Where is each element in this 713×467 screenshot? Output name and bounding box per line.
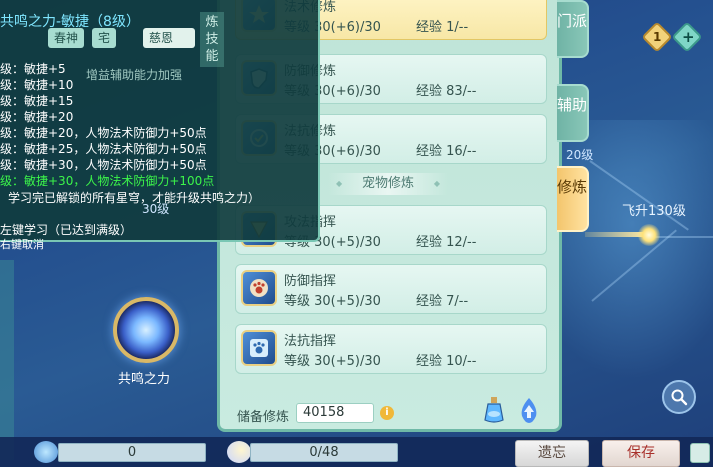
save-button[interactable]: 保存: [602, 440, 680, 467]
tab-cultivation-label: 修炼: [557, 178, 588, 196]
tooltip-level-line-active: 级：敏捷+30，人物法术防御力+100点: [0, 174, 215, 188]
row-exp: 经验 7/--: [416, 294, 469, 309]
reserve-cultivation-value: 40158: [296, 403, 374, 423]
resonance-tooltip: 共鸣之力-敏捷（8级） 春神 宅 慈恩 炼技能 增益辅助能力加强 级：敏捷+5 …: [0, 0, 320, 251]
cultivation-point-icon: [34, 441, 58, 463]
tooltip-level-line: 级：敏捷+30，人物法术防御力+50点: [0, 158, 207, 172]
tooltip-level-line: 级：敏捷+20，人物法术防御力+50点: [0, 126, 207, 140]
row-exp: 经验 10/--: [416, 354, 477, 369]
reserve-cultivation-label: 储备修炼: [237, 410, 290, 425]
tooltip-chip: 春神: [48, 28, 85, 48]
upgrade-flame-icon[interactable]: [516, 396, 542, 424]
tooltip-description: 增益辅助能力加强: [86, 68, 183, 82]
tab-assist-label: 辅助: [557, 96, 588, 114]
row-exp: 经验 16/--: [416, 144, 477, 159]
row-level: 等级 30(+5)/30: [284, 294, 381, 309]
row-exp: 经验 1/--: [416, 20, 469, 35]
currency-badge-count: 1: [653, 30, 662, 44]
potion-icon[interactable]: [482, 396, 506, 424]
share-icon[interactable]: [690, 443, 710, 463]
tooltip-action-cancel: 右键取消: [0, 238, 44, 251]
level-30-label: 30级: [142, 202, 170, 216]
row-exp: 经验 83/--: [416, 84, 477, 99]
tooltip-level-line: 级：敏捷+20: [0, 110, 74, 124]
tooltip-skill-tab: 炼技能: [200, 12, 224, 67]
row-level: 等级 30(+5)/30: [284, 354, 381, 369]
cultivation-points-field: 0: [58, 443, 206, 462]
resonance-label: 共鸣之力: [118, 372, 171, 387]
paw-defense-icon: [241, 270, 277, 306]
left-edge-decoration: [0, 260, 14, 460]
plus-icon: +: [682, 28, 695, 46]
search-icon: [671, 389, 688, 406]
info-icon[interactable]: i: [380, 406, 394, 420]
row-name: 防御指挥: [284, 274, 337, 289]
tooltip-level-line: 级：敏捷+15: [0, 94, 74, 108]
tooltip-chip: 宅: [92, 28, 117, 48]
star-points-field: 0/48: [250, 443, 398, 462]
tooltip-level-line: 级：敏捷+10: [0, 78, 74, 92]
tooltip-chip: 慈恩: [143, 28, 195, 48]
forget-button[interactable]: 遗忘: [515, 440, 589, 467]
tooltip-level-line: 级：敏捷+25，人物法术防御力+50点: [0, 142, 207, 156]
cultivation-row-defense-command[interactable]: 防御指挥 等级 30(+5)/30 经验 7/--: [235, 264, 547, 314]
unlocked-path: [585, 232, 645, 237]
pet-cultivation-header: 宠物修炼: [328, 173, 448, 195]
tab-assist[interactable]: 辅助: [557, 84, 589, 142]
tab-sect[interactable]: 门派: [557, 0, 589, 58]
feisheng-node[interactable]: [638, 224, 660, 246]
tooltip-note: 学习完已解锁的所有星穹，才能升级共鸣之力）: [8, 191, 261, 205]
tooltip-level-line: 级：敏捷+5: [0, 62, 66, 76]
cultivation-row-resist-command[interactable]: 法抗指挥 等级 30(+5)/30 经验 10/--: [235, 324, 547, 374]
feisheng-level-label: 飞升130级: [622, 204, 686, 219]
search-button[interactable]: [662, 380, 696, 414]
tab-cultivation[interactable]: 修炼: [557, 166, 589, 232]
paw-resist-icon: [241, 330, 277, 366]
row-exp: 经验 12/--: [416, 235, 477, 250]
tab-sect-label: 门派: [557, 12, 588, 30]
resonance-node[interactable]: [113, 297, 179, 363]
row-name: 法抗指挥: [284, 334, 337, 349]
level-20-label: 20级: [566, 148, 594, 162]
moon-icon: [227, 441, 251, 463]
